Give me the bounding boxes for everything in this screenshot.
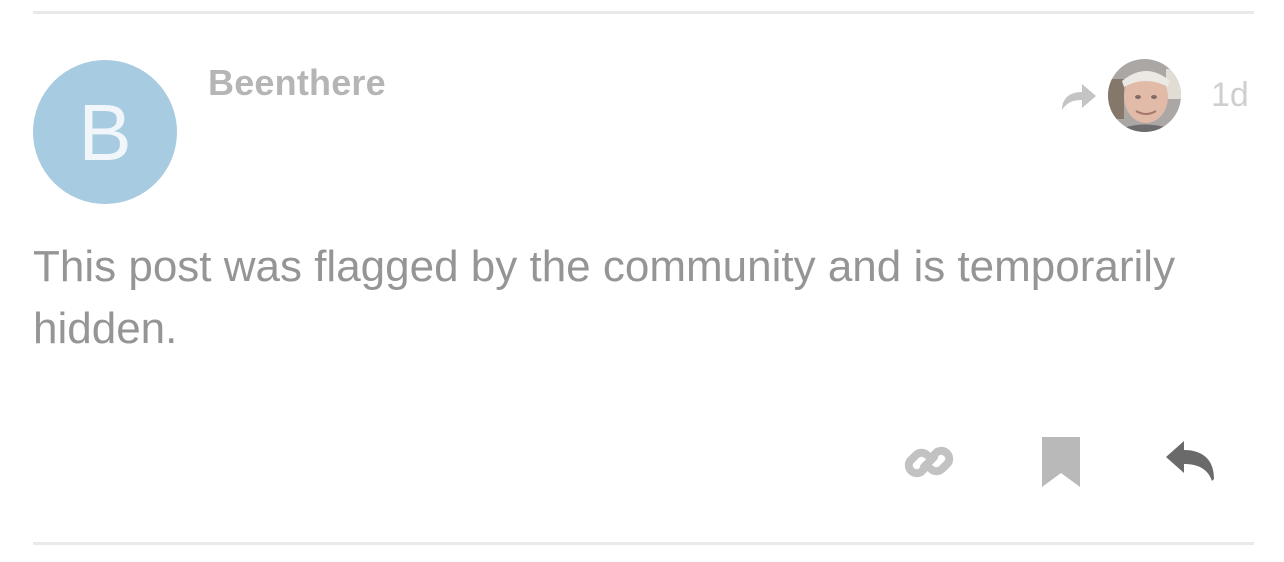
bookmark-button[interactable] — [1029, 430, 1093, 494]
post-date[interactable]: 1d — [1211, 76, 1249, 115]
author-username[interactable]: Beenthere — [208, 62, 386, 104]
top-divider — [33, 11, 1254, 14]
reply-icon — [1166, 441, 1214, 481]
bottom-divider — [33, 542, 1254, 545]
author-avatar[interactable]: B — [33, 60, 177, 204]
reply-to-user-avatar[interactable] — [1108, 59, 1181, 132]
reply-to-user-avatar-image — [1108, 59, 1181, 132]
avatar-letter: B — [78, 88, 132, 177]
bookmark-icon — [1042, 437, 1080, 487]
post-body: This post was flagged by the community a… — [33, 242, 1176, 353]
share-arrow-icon[interactable] — [1058, 78, 1100, 114]
reply-button[interactable] — [1158, 430, 1222, 494]
copy-link-button[interactable] — [897, 430, 961, 494]
link-icon — [904, 446, 954, 478]
